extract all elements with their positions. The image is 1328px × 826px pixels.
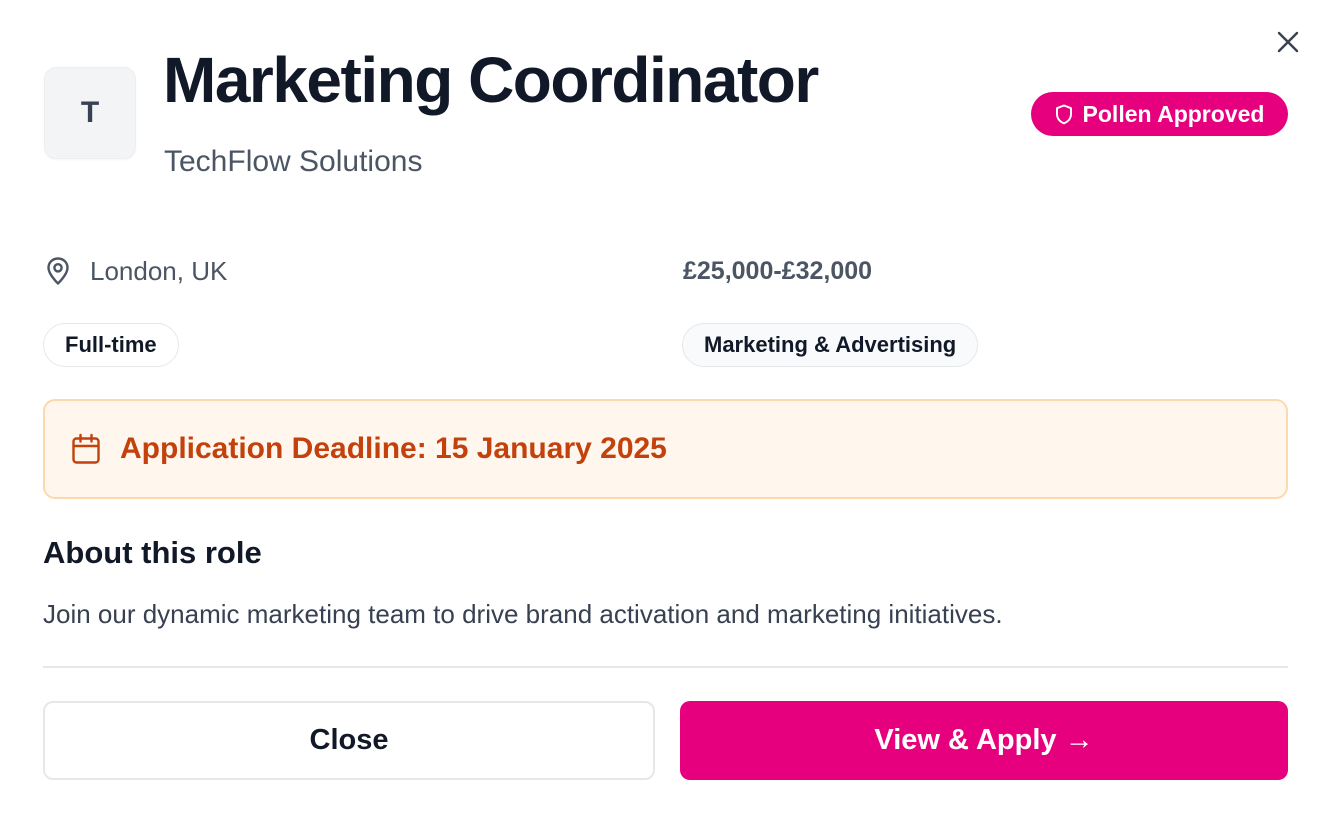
employment-type-tag: Full-time: [43, 323, 179, 367]
location-text: London, UK: [90, 255, 228, 286]
job-title: Marketing Coordinator: [163, 44, 819, 116]
about-description: Join our dynamic marketing team to drive…: [43, 599, 1003, 629]
calendar-icon: [72, 433, 100, 464]
job-location: London, UK: [44, 254, 227, 288]
job-details-modal: T Marketing Coordinator TechFlow Solutio…: [0, 0, 1328, 826]
company-logo: T: [44, 67, 136, 159]
shield-icon: [1055, 104, 1072, 124]
divider: [43, 666, 1288, 668]
deadline-text: Application Deadline: 15 January 2025: [120, 432, 667, 465]
pollen-approved-badge: Pollen Approved: [1031, 92, 1288, 136]
close-button[interactable]: Close: [43, 701, 655, 780]
badge-label: Pollen Approved: [1082, 100, 1265, 127]
view-apply-button[interactable]: View & Apply →: [680, 701, 1288, 780]
company-name: TechFlow Solutions: [164, 145, 423, 178]
close-icon[interactable]: [1274, 28, 1302, 56]
category-tag: Marketing & Advertising: [682, 323, 979, 367]
about-heading: About this role: [43, 535, 262, 570]
company-logo-letter: T: [80, 96, 100, 129]
application-deadline-banner: Application Deadline: 15 January 2025: [43, 399, 1288, 499]
salary-range: £25,000-£32,000: [683, 256, 873, 285]
map-pin-icon: [47, 257, 69, 285]
